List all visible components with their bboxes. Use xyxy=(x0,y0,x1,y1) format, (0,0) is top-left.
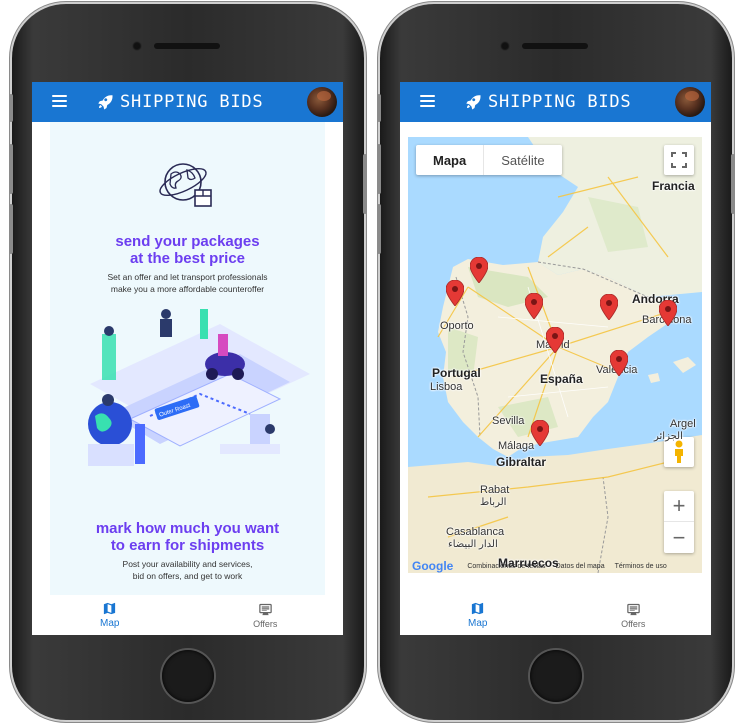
subtext-post-availability: Post your availability and services, bid … xyxy=(122,559,253,581)
map-attribution: Google Combinaciones de teclas Datos del… xyxy=(408,559,702,573)
mute-switch xyxy=(377,94,381,122)
volume-down-button xyxy=(377,204,381,254)
label-lisboa: Lisboa xyxy=(430,381,463,393)
menu-icon[interactable] xyxy=(420,95,435,107)
label-francia: Francia xyxy=(652,179,695,193)
map-view[interactable]: Mapa Satélite + − Francia Andorra Barcel… xyxy=(408,137,702,573)
earpiece-speaker xyxy=(522,43,588,49)
stage: SHIPPING BIDS send your packages at the … xyxy=(0,0,742,725)
avatar[interactable] xyxy=(307,87,337,117)
label-argel: Argel xyxy=(670,418,696,430)
nav-offers[interactable]: Offers xyxy=(188,595,344,635)
label-malaga: Málaga xyxy=(498,440,535,452)
delivery-city-illustration: Outer Roast xyxy=(88,309,310,466)
google-logo: Google xyxy=(412,559,454,573)
map-type-mapa[interactable]: Mapa xyxy=(416,145,485,175)
headline-mark-earnings: mark how much you want to earn for shipme… xyxy=(95,520,280,554)
map-marker-icon[interactable] xyxy=(610,350,628,376)
app-title: SHIPPING BIDS xyxy=(488,92,632,112)
nav-map[interactable]: Map xyxy=(32,595,188,635)
zoom-in-button[interactable]: + xyxy=(664,491,694,522)
map-data-link[interactable]: Datos del mapa xyxy=(556,563,605,570)
nav-map-label: Map xyxy=(468,618,488,629)
map-marker-icon[interactable] xyxy=(470,257,488,283)
app-bar: SHIPPING BIDS xyxy=(400,82,711,122)
rocket-icon xyxy=(466,95,481,110)
offers-icon xyxy=(259,603,272,615)
map-icon xyxy=(472,602,484,615)
onboarding-panel: send your packages at the best price Set … xyxy=(50,122,325,595)
front-camera xyxy=(132,41,142,51)
map-marker-icon[interactable] xyxy=(546,327,564,353)
bottom-navigation: Map Offers xyxy=(400,595,711,635)
map-type-control: Mapa Satélite xyxy=(416,145,562,175)
label-argel-ar: الجزائر xyxy=(654,431,683,442)
map-base xyxy=(408,137,702,573)
app-brand: SHIPPING BIDS xyxy=(464,82,631,122)
bottom-navigation: Map Offers xyxy=(32,595,343,635)
label-oporto: Oporto xyxy=(440,320,474,332)
fullscreen-icon xyxy=(671,152,687,168)
fullscreen-button[interactable] xyxy=(664,145,694,175)
nav-map-label: Map xyxy=(100,618,120,629)
avatar[interactable] xyxy=(675,87,705,117)
map-marker-icon[interactable] xyxy=(446,280,464,306)
screen-left: SHIPPING BIDS send your packages at the … xyxy=(32,82,343,635)
app-brand: SHIPPING BIDS xyxy=(96,82,263,122)
rocket-icon xyxy=(98,95,113,110)
label-rabat: Rabat xyxy=(480,484,510,496)
map-marker-icon[interactable] xyxy=(659,300,677,326)
label-rabat-ar: الرباط xyxy=(480,497,507,508)
power-button xyxy=(731,154,735,214)
nav-map[interactable]: Map xyxy=(400,595,556,635)
screen-right: SHIPPING BIDS Mapa Satélite + − Francia … xyxy=(400,82,711,635)
map-marker-icon[interactable] xyxy=(531,420,549,446)
mute-switch xyxy=(9,94,13,122)
subtext-set-offer: Set an offer and let transport professio… xyxy=(107,272,268,294)
volume-down-button xyxy=(9,204,13,254)
zoom-control: + − xyxy=(664,491,694,553)
pegman-icon xyxy=(675,440,683,463)
offers-icon xyxy=(627,603,640,615)
nav-offers[interactable]: Offers xyxy=(556,595,712,635)
power-button xyxy=(363,154,367,214)
home-button xyxy=(530,650,582,702)
nav-offers-label: Offers xyxy=(621,618,646,629)
menu-icon[interactable] xyxy=(52,95,67,107)
app-bar: SHIPPING BIDS xyxy=(32,82,343,122)
label-portugal: Portugal xyxy=(432,366,481,380)
onboarding-content: send your packages at the best price Set … xyxy=(32,122,343,595)
zoom-out-button[interactable]: − xyxy=(664,522,694,553)
home-button xyxy=(162,650,214,702)
map-type-satelite[interactable]: Satélite xyxy=(484,145,561,175)
label-casablanca: Casablanca xyxy=(446,526,505,538)
phone-frame-left: SHIPPING BIDS send your packages at the … xyxy=(9,4,367,720)
phone-frame-right: SHIPPING BIDS Mapa Satélite + − Francia … xyxy=(377,4,735,720)
terms-link[interactable]: Términos de uso xyxy=(615,563,667,570)
keyboard-shortcuts-link[interactable]: Combinaciones de teclas xyxy=(467,563,545,570)
volume-up-button xyxy=(377,144,381,194)
map-icon xyxy=(104,602,116,615)
app-title: SHIPPING BIDS xyxy=(120,92,264,112)
label-casablanca-ar: الدار البيضاء xyxy=(448,539,498,550)
globe-package-icon xyxy=(159,163,212,207)
map-marker-icon[interactable] xyxy=(600,294,618,320)
headline-send-packages: send your packages at the best price xyxy=(115,233,260,267)
volume-up-button xyxy=(9,144,13,194)
label-espana: España xyxy=(540,372,583,386)
earpiece-speaker xyxy=(154,43,220,49)
label-sevilla: Sevilla xyxy=(492,415,525,427)
map-marker-icon[interactable] xyxy=(525,293,543,319)
nav-offers-label: Offers xyxy=(253,618,278,629)
label-gibraltar: Gibraltar xyxy=(496,455,547,469)
front-camera xyxy=(500,41,510,51)
